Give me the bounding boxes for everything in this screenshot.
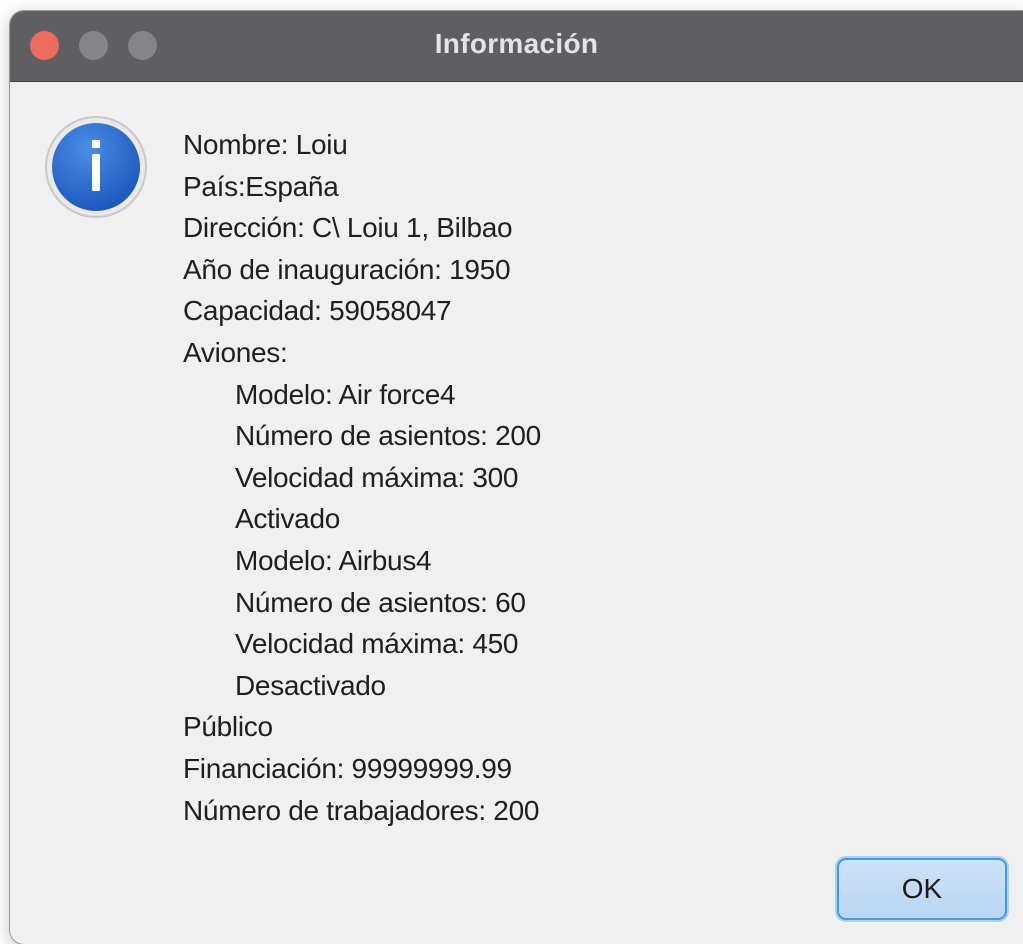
dialog-window: Información Nombre: Loiu País:España Dir… xyxy=(10,11,1023,944)
message-line-financiacion: Financiación: 99999999.99 xyxy=(183,752,512,784)
message-line-tipo: Público xyxy=(183,711,273,743)
message-line-capacidad: Capacidad: 59058047 xyxy=(183,295,452,327)
message-line-aviones: Aviones: xyxy=(183,336,288,368)
ok-button[interactable]: OK xyxy=(837,858,1007,920)
message-line-velocidad-2: Velocidad máxima: 450 xyxy=(235,628,519,660)
message-line-nombre: Nombre: Loiu xyxy=(183,129,348,160)
message-line-direccion: Dirección: C\ Loiu 1, Bilbao xyxy=(183,212,513,244)
message-line-inauguracion: Año de inauguración: 1950 xyxy=(183,253,511,285)
message-line-estado-1: Activado xyxy=(235,503,340,535)
message-line-asientos-2: Número de asientos: 60 xyxy=(235,586,526,618)
window-title: Información xyxy=(434,28,599,59)
message-line-estado-2: Desactivado xyxy=(235,669,386,701)
message-line-pais: País:España xyxy=(183,170,339,202)
message-line-modelo-2: Modelo: Airbus4 xyxy=(235,544,432,576)
message-text: Nombre: Loiu País:España Dirección: C\ L… xyxy=(183,124,541,831)
message-line-trabajadores: Número de trabajadores: 200 xyxy=(183,794,540,826)
message-line-modelo-1: Modelo: Air force4 xyxy=(235,378,456,410)
title-bar[interactable]: Información xyxy=(10,11,1023,82)
message-line-velocidad-1: Velocidad máxima: 300 xyxy=(235,461,519,493)
info-icon xyxy=(44,115,148,219)
message-line-asientos-1: Número de asientos: 200 xyxy=(235,420,541,452)
